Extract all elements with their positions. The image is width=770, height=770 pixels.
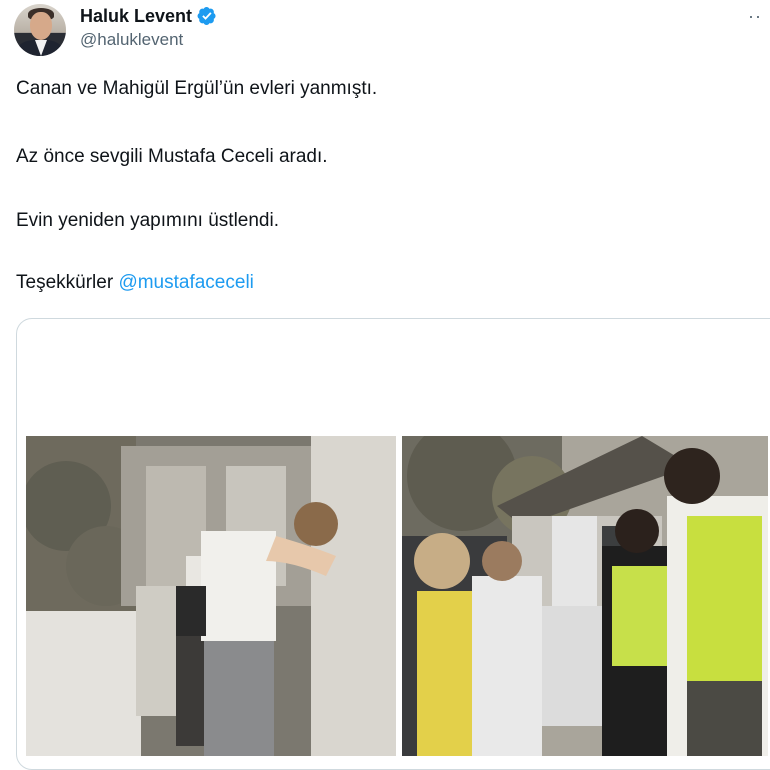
mention-link[interactable]: @mustafaceceli	[118, 272, 253, 293]
tweet-text-line-2: Az önce sevgili Mustafa Ceceli aradı.	[16, 146, 328, 167]
photo-left-image	[26, 436, 396, 756]
verified-badge-icon	[197, 7, 216, 25]
author-handle[interactable]: @haluklevent	[80, 30, 183, 50]
photo-left[interactable]	[26, 436, 396, 756]
tweet: Haluk Levent @haluklevent ·· Canan ve Ma…	[0, 0, 770, 770]
photo-right-image	[402, 436, 768, 756]
tweet-text-line-1: Canan ve Mahigül Ergül’ün evleri yanmışt…	[16, 78, 378, 99]
photo-right[interactable]	[402, 436, 768, 756]
tweet-text-line-3: Evin yeniden yapımını üstlendi.	[16, 210, 279, 231]
more-options-icon[interactable]: ··	[748, 6, 762, 27]
author-display-name[interactable]: Haluk Levent	[80, 6, 192, 27]
thanks-text: Teşekkürler	[16, 272, 114, 293]
tweet-text-line-4: Teşekkürler @mustafaceceli	[16, 272, 254, 294]
avatar[interactable]	[14, 4, 66, 56]
avatar-face	[30, 12, 52, 40]
author-name-row: Haluk Levent	[80, 4, 217, 28]
